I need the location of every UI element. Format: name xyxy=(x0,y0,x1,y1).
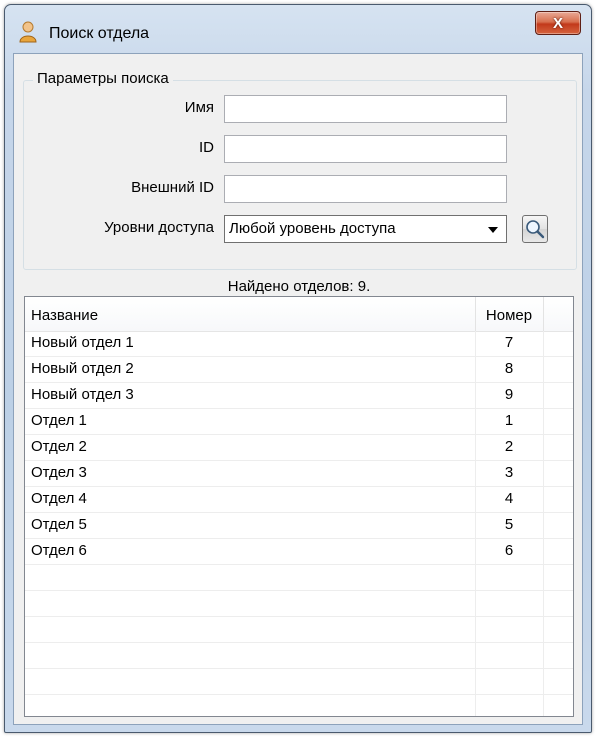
id-field[interactable] xyxy=(224,135,507,163)
list-item[interactable]: Новый отдел 3 9 xyxy=(25,383,573,409)
person-icon xyxy=(19,21,37,43)
department-name: Отдел 4 xyxy=(31,490,87,507)
search-button[interactable] xyxy=(522,215,548,243)
department-name: Отдел 5 xyxy=(31,516,87,533)
list-item[interactable]: Новый отдел 2 8 xyxy=(25,357,573,383)
list-item[interactable]: Отдел 3 3 xyxy=(25,461,573,487)
empty-row xyxy=(25,695,573,716)
department-number: 8 xyxy=(504,360,514,377)
departments-list[interactable]: Название Номер Новый отдел 1 7 Новый отд… xyxy=(24,296,574,717)
search-params-group: Параметры поиска Имя ID Внешний ID Уровн… xyxy=(23,70,577,270)
column-header-name[interactable]: Название xyxy=(31,307,98,324)
department-number: 5 xyxy=(504,516,514,533)
empty-row xyxy=(25,591,573,617)
external-id-field[interactable] xyxy=(224,175,507,203)
department-number: 1 xyxy=(504,412,514,429)
column-divider[interactable] xyxy=(543,297,544,331)
close-icon: X xyxy=(552,14,563,32)
list-header: Название Номер xyxy=(25,297,573,332)
department-name: Отдел 1 xyxy=(31,412,87,429)
access-level-label: Уровни доступа xyxy=(104,219,214,236)
department-number: 3 xyxy=(504,464,514,481)
list-item[interactable]: Отдел 1 1 xyxy=(25,409,573,435)
department-name: Отдел 2 xyxy=(31,438,87,455)
empty-row xyxy=(25,643,573,669)
chevron-down-icon xyxy=(488,227,498,233)
id-label: ID xyxy=(199,139,214,156)
column-header-number[interactable]: Номер xyxy=(476,307,542,324)
department-name: Новый отдел 3 xyxy=(31,386,134,403)
magnifier-icon xyxy=(526,220,545,239)
department-number: 2 xyxy=(504,438,514,455)
department-name: Отдел 3 xyxy=(31,464,87,481)
list-item[interactable]: Новый отдел 1 7 xyxy=(25,331,573,357)
list-item[interactable]: Отдел 2 2 xyxy=(25,435,573,461)
department-name: Отдел 6 xyxy=(31,542,87,559)
title-bar[interactable]: Поиск отдела X xyxy=(5,5,591,53)
name-label: Имя xyxy=(184,99,214,116)
empty-row xyxy=(25,617,573,643)
list-item[interactable]: Отдел 6 6 xyxy=(25,539,573,565)
list-item[interactable]: Отдел 4 4 xyxy=(25,487,573,513)
department-name: Новый отдел 1 xyxy=(31,334,134,351)
group-title: Параметры поиска xyxy=(33,70,173,87)
department-number: 6 xyxy=(504,542,514,559)
dialog-body: Параметры поиска Имя ID Внешний ID Уровн… xyxy=(13,53,583,725)
empty-row xyxy=(25,669,573,695)
empty-row xyxy=(25,565,573,591)
access-level-select[interactable]: Любой уровень доступа xyxy=(224,215,507,243)
name-field[interactable] xyxy=(224,95,507,123)
department-number: 4 xyxy=(504,490,514,507)
access-level-value: Любой уровень доступа xyxy=(229,220,396,237)
department-name: Новый отдел 2 xyxy=(31,360,134,377)
department-number: 9 xyxy=(504,386,514,403)
window-title: Поиск отдела xyxy=(49,25,150,42)
list-item[interactable]: Отдел 5 5 xyxy=(25,513,573,539)
external-id-label: Внешний ID xyxy=(131,179,214,196)
close-button[interactable]: X xyxy=(535,11,581,35)
search-department-window: Поиск отдела X Параметры поиска Имя ID В… xyxy=(4,4,592,733)
found-count: Найдено отделов: 9. xyxy=(227,278,371,295)
department-number: 7 xyxy=(504,334,514,351)
